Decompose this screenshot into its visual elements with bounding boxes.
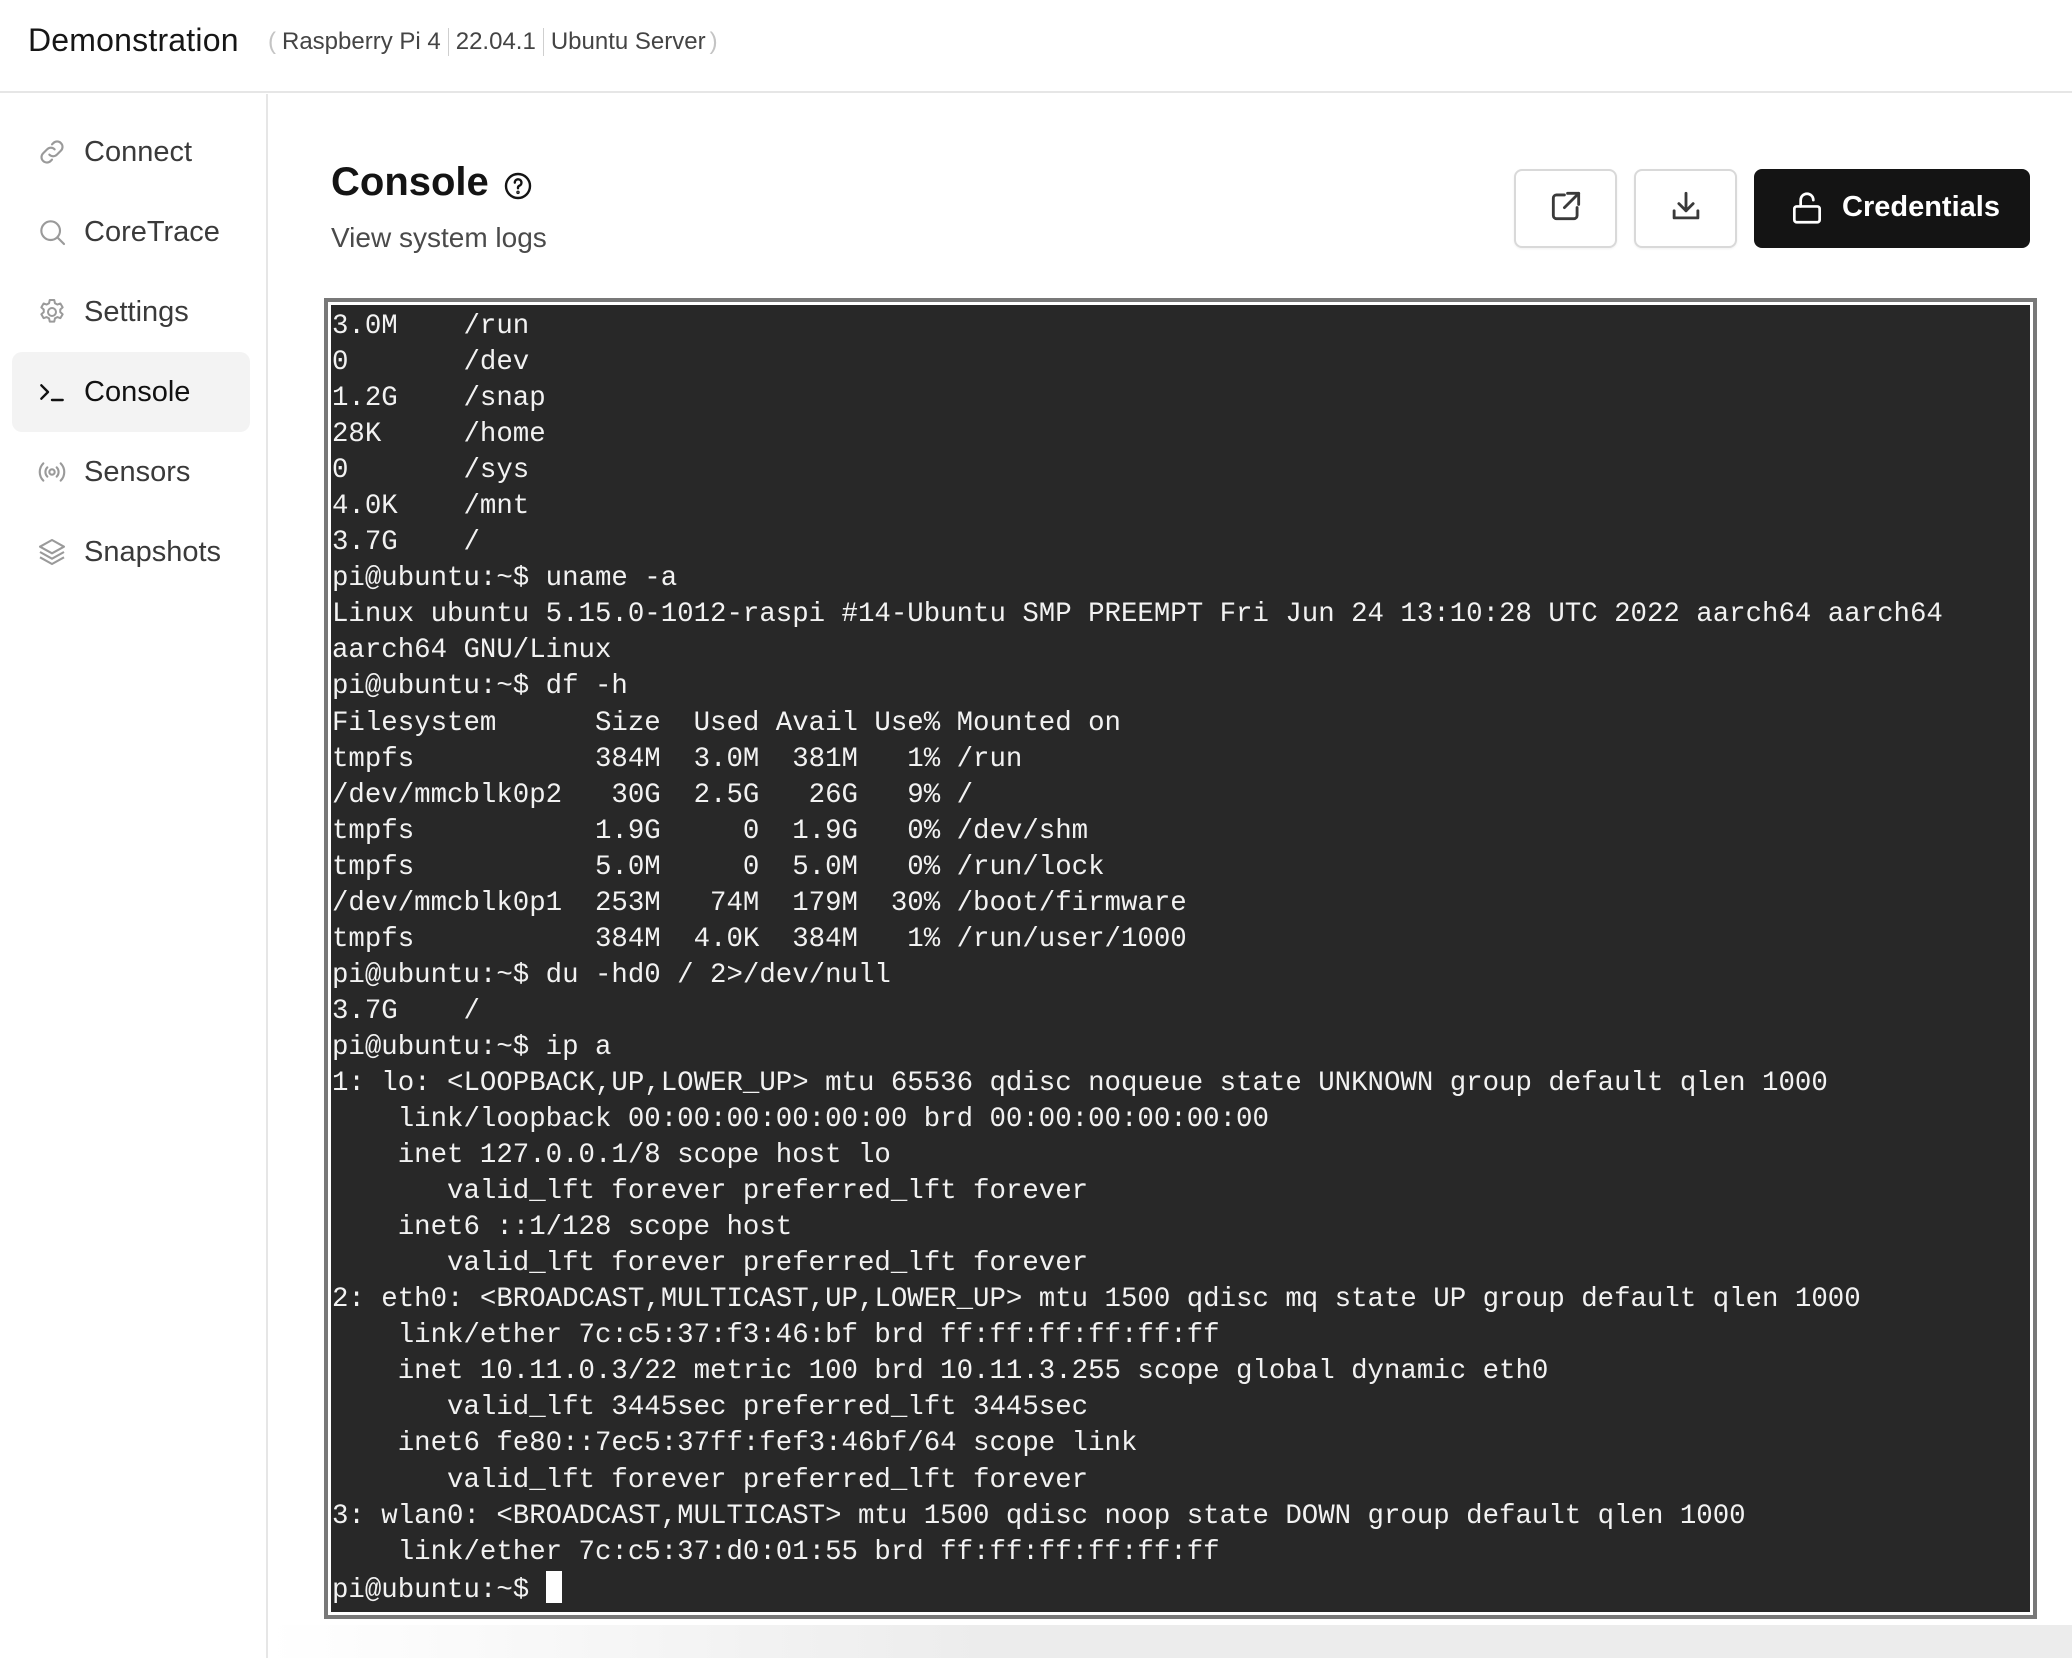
- sidebar-item-snapshots[interactable]: Snapshots: [12, 512, 250, 592]
- gear-icon: [36, 296, 68, 328]
- open-external-button[interactable]: [1514, 169, 1617, 248]
- credentials-label: Credentials: [1842, 191, 2000, 223]
- terminal-output: 3.0M /run 0 /dev 1.2G /snap 28K /home 0 …: [331, 305, 2030, 1609]
- terminal-line: 2: eth0: <BROADCAST,MULTICAST,UP,LOWER_U…: [332, 1284, 1861, 1316]
- terminal-line: inet 127.0.0.1/8 scope host lo: [397, 1140, 891, 1172]
- sidebar-item-label: Snapshots: [84, 535, 222, 568]
- terminal-line: link/loopback 00:00:00:00:00:00 brd 00:0…: [397, 1104, 1269, 1136]
- terminal-line: tmpfs 5.0M 0 5.0M 0% /run/lock: [332, 851, 1105, 883]
- terminal-lines: 3.0M /run 0 /dev 1.2G /snap 28K /home 0 …: [332, 311, 1943, 1568]
- console-terminal-frame: 3.0M /run 0 /dev 1.2G /snap 28K /home 0 …: [324, 298, 2037, 1619]
- sidebar-item-settings[interactable]: Settings: [12, 272, 250, 352]
- terminal-line: pi@ubuntu:~$ df -h: [332, 671, 628, 703]
- terminal-line: /dev/mmcblk0p1 253M 74M 179M 30% /boot/f…: [332, 887, 1187, 919]
- separator: [447, 28, 449, 56]
- page-title: Console: [331, 160, 489, 204]
- external-link-icon: [1547, 187, 1585, 230]
- terminal-line: /dev/mmcblk0p2 30G 2.5G 26G 9% /: [332, 779, 974, 811]
- os-name: Ubuntu Server: [550, 28, 706, 55]
- download-button[interactable]: [1634, 169, 1737, 248]
- terminal-line: pi@ubuntu:~$ uname -a: [332, 563, 678, 595]
- terminal-line: Linux ubuntu 5.15.0-1012-raspi #14-Ubunt…: [332, 599, 1943, 631]
- device-info: ( Raspberry Pi 4 22.04.1 Ubuntu Server ): [268, 28, 718, 56]
- device-model: Raspberry Pi 4: [282, 28, 441, 55]
- terminal-line: pi@ubuntu:~$ du -hd0 / 2>/dev/null: [332, 959, 891, 991]
- broadcast-icon: [36, 456, 68, 488]
- sidebar: Connect CoreTrace Settings Console Senso…: [0, 94, 268, 1658]
- terminal-line: tmpfs 1.9G 0 1.9G 0% /dev/shm: [332, 815, 1089, 847]
- os-version: 22.04.1: [455, 28, 536, 55]
- bottom-shadow: [268, 1625, 2072, 1658]
- search-icon: [36, 216, 68, 248]
- sidebar-item-label: CoreTrace: [84, 215, 220, 248]
- download-icon: [1667, 187, 1705, 230]
- terminal-line: inet6 ::1/128 scope host: [397, 1212, 793, 1244]
- sidebar-item-label: Connect: [84, 135, 193, 168]
- sidebar-item-label: Sensors: [84, 455, 191, 488]
- console-terminal[interactable]: 3.0M /run 0 /dev 1.2G /snap 28K /home 0 …: [331, 305, 2030, 1612]
- terminal-icon: [36, 376, 68, 408]
- unlock-icon: [1788, 189, 1826, 227]
- terminal-line: tmpfs 384M 4.0K 384M 1% /run/user/1000: [332, 923, 1187, 955]
- terminal-line: valid_lft forever preferred_lft forever: [447, 1464, 1089, 1496]
- terminal-line: inet 10.11.0.3/22 metric 100 brd 10.11.3…: [397, 1356, 1549, 1388]
- terminal-line: 3.0M /run: [332, 311, 530, 342]
- open-paren: (: [268, 28, 276, 55]
- terminal-line: inet6 fe80::7ec5:37ff:fef3:46bf/64 scope…: [397, 1428, 1138, 1460]
- terminal-line: tmpfs 384M 3.0M 381M 1% /run: [332, 743, 1023, 775]
- sidebar-item-label: Settings: [84, 295, 189, 328]
- sidebar-item-connect[interactable]: Connect: [12, 112, 250, 192]
- terminal-line: 1: lo: <LOOPBACK,UP,LOWER_UP> mtu 65536 …: [332, 1067, 1828, 1099]
- terminal-prompt: pi@ubuntu:~$: [332, 1574, 546, 1606]
- credentials-button[interactable]: Credentials: [1754, 169, 2030, 248]
- terminal-line: valid_lft forever preferred_lft forever: [447, 1176, 1089, 1208]
- terminal-line: 0 /dev: [332, 347, 530, 379]
- close-paren: ): [709, 28, 718, 55]
- terminal-line: aarch64 GNU/Linux: [332, 635, 612, 667]
- terminal-line: 3: wlan0: <BROADCAST,MULTICAST> mtu 1500…: [332, 1500, 1746, 1532]
- terminal-line: link/ether 7c:c5:37:f3:46:bf brd ff:ff:f…: [397, 1320, 1220, 1352]
- terminal-line: 1.2G /snap: [332, 383, 546, 415]
- help-icon[interactable]: [502, 170, 534, 202]
- terminal-line: pi@ubuntu:~$ ip a: [332, 1031, 612, 1063]
- terminal-line: 4.0K /mnt: [332, 491, 530, 523]
- app-title: Demonstration: [28, 22, 239, 58]
- sidebar-item-coretrace[interactable]: CoreTrace: [12, 192, 250, 272]
- sidebar-item-label: Console: [84, 375, 191, 408]
- sidebar-item-console[interactable]: Console: [12, 352, 250, 432]
- top-bar: Demonstration ( Raspberry Pi 4 22.04.1 U…: [0, 0, 2072, 93]
- layers-icon: [36, 536, 68, 568]
- terminal-cursor: [545, 1570, 562, 1603]
- page-subtitle: View system logs: [331, 222, 547, 253]
- terminal-line: 3.7G /: [332, 527, 480, 559]
- terminal-line: 28K /home: [332, 419, 546, 451]
- terminal-line: 0 /sys: [332, 455, 530, 487]
- separator: [542, 28, 544, 56]
- terminal-line: 3.7G /: [332, 995, 480, 1027]
- terminal-line: valid_lft forever preferred_lft forever: [447, 1248, 1089, 1280]
- link-icon: [36, 136, 68, 168]
- sidebar-item-sensors[interactable]: Sensors: [12, 432, 250, 512]
- terminal-line: link/ether 7c:c5:37:d0:01:55 brd ff:ff:f…: [397, 1536, 1220, 1568]
- terminal-line: valid_lft 3445sec preferred_lft 3445sec: [447, 1392, 1089, 1424]
- terminal-line: Filesystem Size Used Avail Use% Mounted …: [332, 707, 1121, 739]
